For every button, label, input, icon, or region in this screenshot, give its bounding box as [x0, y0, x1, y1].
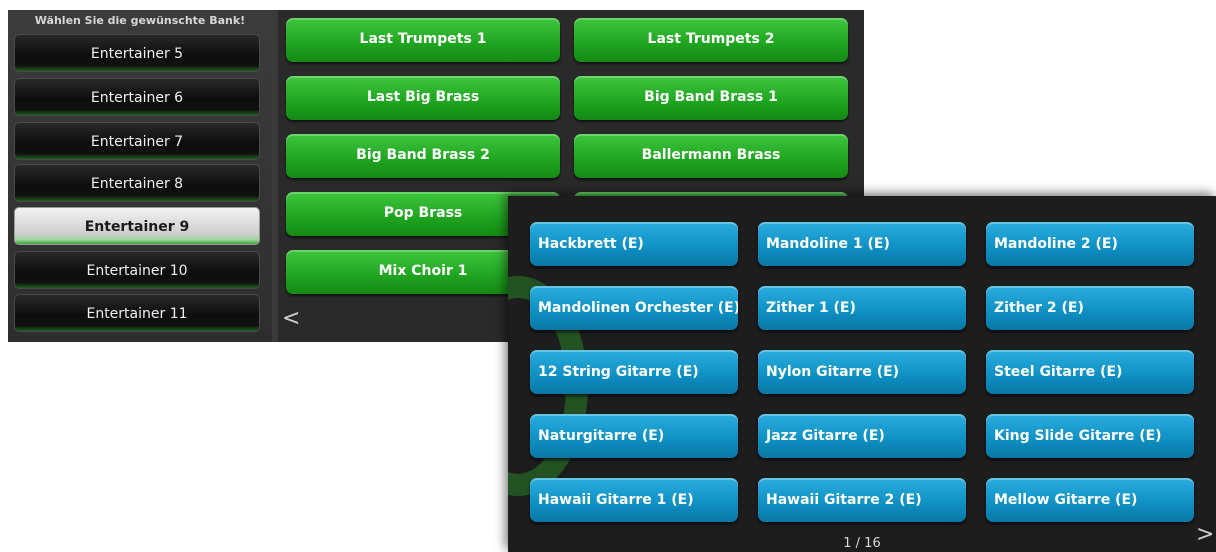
page-indicator: 1 / 16 — [843, 536, 881, 551]
voice-button-hawaii-gitarre-1[interactable]: Hawaii Gitarre 1 (E) — [530, 478, 738, 522]
blue-voices-window: Hackbrett (E) Mandoline 1 (E) Mandoline … — [508, 196, 1216, 552]
bank-panel-title: Wählen Sie die gewünschte Bank! — [34, 14, 246, 27]
voice-button-big-band-brass-2[interactable]: Big Band Brass 2 — [286, 134, 560, 178]
voice-button-last-trumpets-2[interactable]: Last Trumpets 2 — [574, 18, 848, 62]
voice-button-hawaii-gitarre-2[interactable]: Hawaii Gitarre 2 (E) — [758, 478, 966, 522]
voice-button-zither-1[interactable]: Zither 1 (E) — [758, 286, 966, 330]
bank-button-entertainer-6[interactable]: Entertainer 6 — [14, 78, 260, 116]
voice-button-hackbrett[interactable]: Hackbrett (E) — [530, 222, 738, 266]
bank-button-entertainer-5[interactable]: Entertainer 5 — [14, 34, 260, 72]
voice-button-steel-gitarre[interactable]: Steel Gitarre (E) — [986, 350, 1194, 394]
bank-button-entertainer-10[interactable]: Entertainer 10 — [14, 251, 260, 289]
voice-button-mandoline-2[interactable]: Mandoline 2 (E) — [986, 222, 1194, 266]
voice-button-last-trumpets-1[interactable]: Last Trumpets 1 — [286, 18, 560, 62]
bank-button-entertainer-7[interactable]: Entertainer 7 — [14, 122, 260, 160]
bank-panel: Wählen Sie die gewünschte Bank! Entertai… — [8, 10, 272, 342]
bank-button-entertainer-11[interactable]: Entertainer 11 — [14, 294, 260, 332]
voice-button-mellow-gitarre[interactable]: Mellow Gitarre (E) — [986, 478, 1194, 522]
voice-button-zither-2[interactable]: Zither 2 (E) — [986, 286, 1194, 330]
voice-button-12-string-gitarre[interactable]: 12 String Gitarre (E) — [530, 350, 738, 394]
voice-button-mandoline-1[interactable]: Mandoline 1 (E) — [758, 222, 966, 266]
bank-button-entertainer-8[interactable]: Entertainer 8 — [14, 164, 260, 202]
voice-button-naturgitarre[interactable]: Naturgitarre (E) — [530, 414, 738, 458]
bank-button-entertainer-9[interactable]: Entertainer 9 — [14, 207, 260, 245]
voice-button-king-slide-gitarre[interactable]: King Slide Gitarre (E) — [986, 414, 1194, 458]
voice-button-ballermann-brass[interactable]: Ballermann Brass — [574, 134, 848, 178]
next-page-arrow-icon[interactable]: > — [1196, 522, 1214, 547]
voice-button-jazz-gitarre[interactable]: Jazz Gitarre (E) — [758, 414, 966, 458]
voice-button-big-band-brass-1[interactable]: Big Band Brass 1 — [574, 76, 848, 120]
voice-button-nylon-gitarre[interactable]: Nylon Gitarre (E) — [758, 350, 966, 394]
voice-button-last-big-brass[interactable]: Last Big Brass — [286, 76, 560, 120]
voice-button-mandolinen-orchester[interactable]: Mandolinen Orchester (E) — [530, 286, 738, 330]
prev-page-arrow-icon[interactable]: < — [282, 306, 300, 331]
